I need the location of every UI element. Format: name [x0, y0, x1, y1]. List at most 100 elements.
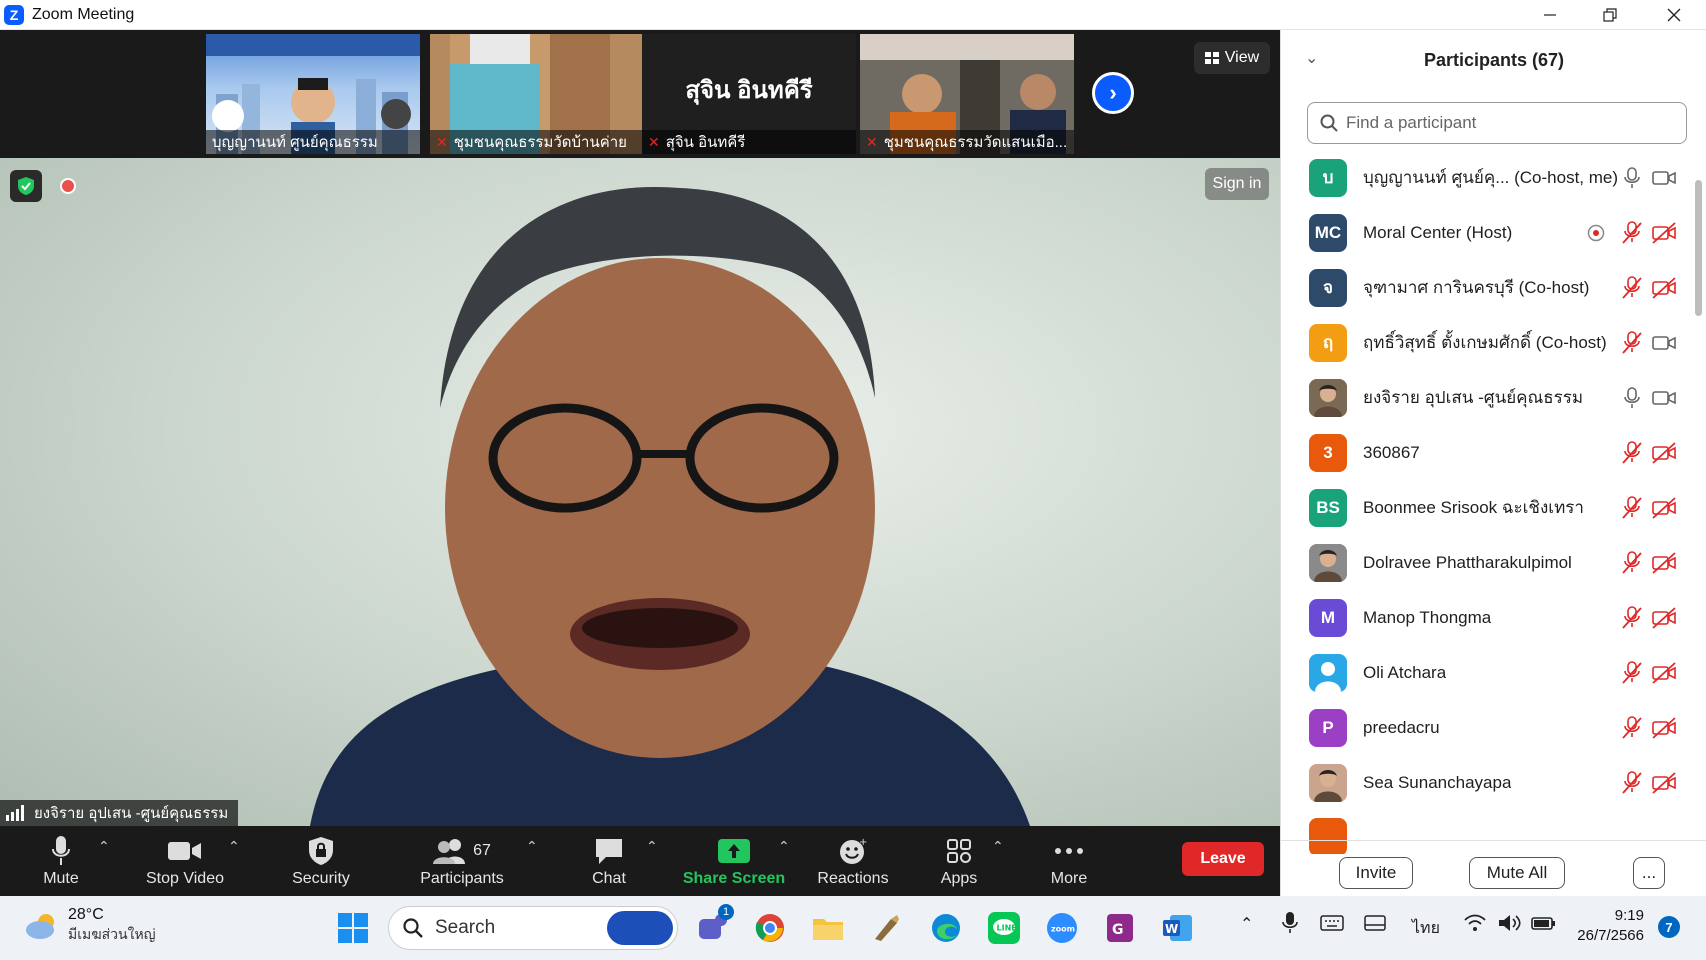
participant-row[interactable]: M Manop Thongma — [1281, 590, 1691, 645]
participant-row[interactable]: ฤ ฤทธิ์วิสุทธิ์ ตั้งเกษมศักดิ์ (Co-host) — [1281, 315, 1691, 370]
restore-button[interactable] — [1580, 0, 1640, 30]
clock-time: 9:19 — [1614, 907, 1644, 924]
microphone-muted-icon[interactable] — [1619, 440, 1645, 466]
chat-options-caret-icon[interactable]: ⌃ — [646, 838, 658, 855]
microphone-muted-icon[interactable] — [1619, 660, 1645, 686]
participant-row[interactable]: บ บุญญานนท์ ศูนย์คุ... (Co-host, me) — [1281, 150, 1691, 205]
participant-row[interactable]: 3 360867 — [1281, 425, 1691, 480]
video-off-icon[interactable] — [1651, 220, 1677, 246]
microphone-icon — [52, 836, 70, 865]
line-app[interactable]: LINE — [984, 908, 1024, 948]
participants-button[interactable]: 67 Participants — [412, 826, 512, 896]
display-tray-icon[interactable] — [1364, 914, 1386, 937]
video-off-icon[interactable] — [1651, 660, 1677, 686]
recording-indicator-icon[interactable] — [60, 178, 76, 194]
notification-badge[interactable]: 7 — [1658, 916, 1680, 938]
participants-options-caret-icon[interactable]: ⌃ — [526, 838, 538, 855]
video-off-icon[interactable] — [1651, 550, 1677, 576]
more-options-button[interactable]: ... — [1633, 857, 1665, 889]
video-off-icon[interactable] — [1651, 770, 1677, 796]
word-app[interactable]: W — [1158, 908, 1198, 948]
pdf-app[interactable]: G — [1100, 908, 1140, 948]
chrome-app[interactable] — [750, 908, 790, 948]
video-camera-icon[interactable] — [1651, 330, 1677, 356]
taskbar-search-box[interactable]: Search — [388, 906, 678, 950]
weather-widget[interactable]: 28°C มีเมฆส่วนใหญ่ — [24, 906, 156, 946]
participants-scrollbar[interactable] — [1695, 180, 1702, 316]
microphone-muted-icon[interactable] — [1619, 605, 1645, 631]
microphone-muted-icon[interactable] — [1619, 770, 1645, 796]
participant-row[interactable]: MC Moral Center (Host) — [1281, 205, 1691, 260]
participant-row[interactable]: Dolravee Phattharakulpimol — [1281, 535, 1691, 590]
participant-row[interactable]: Sea Sunanchayapa — [1281, 755, 1691, 810]
video-off-icon[interactable] — [1651, 440, 1677, 466]
video-off-icon[interactable] — [1651, 275, 1677, 301]
microphone-muted-icon[interactable] — [1619, 330, 1645, 356]
microphone-tray-icon[interactable] — [1282, 912, 1298, 939]
share-screen-button[interactable]: Share Screen — [682, 826, 786, 896]
active-speaker-video[interactable]: Sign in ยงจิราย อุปเสน -ศูนย์คุณธรรม — [0, 158, 1280, 826]
participant-row[interactable]: จ จุฑามาศ การินครบุรี (Co-host) — [1281, 260, 1691, 315]
stop-video-label: Stop Video — [146, 870, 224, 887]
minimize-button[interactable] — [1520, 0, 1580, 30]
video-tile[interactable]: ✕ ชุมชนคุณธรรมวัดแสนเมือ... — [860, 34, 1074, 154]
show-hidden-icons-chevron-icon[interactable]: ⌃ — [1240, 914, 1253, 934]
zoom-app[interactable]: zoom — [1042, 908, 1082, 948]
chat-button[interactable]: Chat — [584, 826, 634, 896]
reactions-button[interactable]: + Reactions — [812, 826, 894, 896]
invite-button[interactable]: Invite — [1339, 857, 1413, 889]
microphone-icon[interactable] — [1619, 385, 1645, 411]
taskbar-clock[interactable]: 9:19 26/7/2566 — [1574, 906, 1644, 946]
mute-all-button[interactable]: Mute All — [1469, 857, 1565, 889]
video-tile[interactable]: สุจิน อินทคีรี ✕ สุจิน อินทคีรี — [642, 34, 856, 154]
participant-row[interactable]: BS Boonmee Srisook ฉะเชิงเทรา — [1281, 480, 1691, 535]
encryption-shield-icon[interactable] — [10, 170, 42, 202]
next-page-button[interactable]: › — [1092, 72, 1134, 114]
mute-button[interactable]: Mute — [36, 826, 86, 896]
input-language[interactable]: ไทย — [1412, 916, 1440, 941]
apps-button[interactable]: Apps — [934, 826, 984, 896]
video-tile[interactable]: ✕ ชุมชนคุณธรรมวัดบ้านค่าย — [430, 34, 644, 154]
close-window-button[interactable] — [1644, 0, 1704, 30]
participant-search-input[interactable]: Find a participant — [1307, 102, 1687, 144]
edge-app[interactable] — [926, 908, 966, 948]
participant-row[interactable]: ยงจิราย อุปเสน -ศูนย์คุณธรรม — [1281, 370, 1691, 425]
more-label: More — [1050, 870, 1088, 887]
video-off-icon[interactable] — [1651, 495, 1677, 521]
video-off-icon[interactable] — [1651, 605, 1677, 631]
microphone-muted-icon[interactable] — [1619, 550, 1645, 576]
video-options-caret-icon[interactable]: ⌃ — [228, 838, 240, 855]
video-off-icon[interactable] — [1651, 715, 1677, 741]
audio-options-caret-icon[interactable]: ⌃ — [98, 838, 110, 855]
video-camera-icon[interactable] — [1651, 385, 1677, 411]
more-button[interactable]: More — [1044, 826, 1094, 896]
wifi-icon[interactable] — [1464, 914, 1486, 937]
reactions-smiley-icon: + — [840, 837, 867, 864]
microphone-icon[interactable] — [1619, 165, 1645, 191]
gallery-strip: บุญญานนท์ ศูนย์คุณธรรม ✕ ชุมชนคุณธรรมวัดบ… — [0, 30, 1280, 158]
microphone-muted-icon[interactable] — [1619, 275, 1645, 301]
line-chat-icon: LINE — [988, 912, 1020, 944]
microphone-muted-icon[interactable] — [1619, 495, 1645, 521]
pen-app[interactable] — [866, 908, 906, 948]
leave-button[interactable]: Leave — [1182, 842, 1264, 876]
video-tile[interactable]: บุญญานนท์ ศูนย์คุณธรรม — [206, 34, 420, 154]
participant-row[interactable]: Ppreedacru — [1281, 700, 1691, 755]
file-explorer-app[interactable] — [808, 908, 848, 948]
apps-options-caret-icon[interactable]: ⌃ — [992, 838, 1004, 855]
sign-in-button[interactable]: Sign in — [1205, 168, 1269, 200]
battery-icon[interactable] — [1530, 914, 1556, 937]
video-camera-icon[interactable] — [1651, 165, 1677, 191]
keyboard-tray-icon[interactable] — [1320, 914, 1344, 937]
stop-video-button[interactable]: Stop Video — [140, 826, 230, 896]
view-button[interactable]: View — [1194, 42, 1270, 74]
volume-icon[interactable] — [1498, 914, 1522, 937]
share-options-caret-icon[interactable]: ⌃ — [778, 838, 790, 855]
participant-row[interactable]: Oli Atchara — [1281, 645, 1691, 700]
start-button[interactable] — [333, 908, 373, 948]
microphone-muted-icon[interactable] — [1619, 220, 1645, 246]
security-button[interactable]: Security — [286, 826, 356, 896]
teams-chat-app[interactable]: 1 — [692, 904, 734, 948]
microphone-muted-icon[interactable] — [1619, 715, 1645, 741]
collapse-chevron-icon[interactable]: ⌄ — [1305, 48, 1318, 68]
